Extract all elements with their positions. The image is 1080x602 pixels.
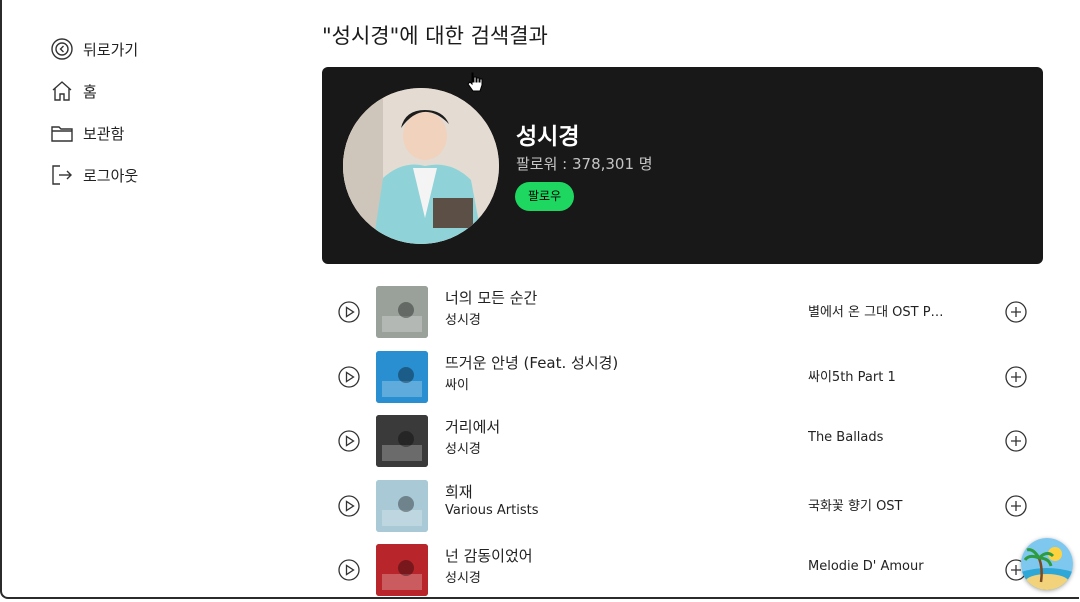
play-icon[interactable] [337, 300, 361, 324]
pointer-cursor-icon [467, 72, 483, 92]
play-icon[interactable] [337, 558, 361, 582]
album-cover [376, 544, 428, 596]
sidebar-item-label: 뒤로가기 [83, 40, 139, 59]
song-row[interactable]: 넌 감동이었어 성시경 Melodie D' Amour [322, 538, 1043, 602]
artist-avatar [343, 88, 499, 244]
play-icon[interactable] [337, 494, 361, 518]
follower-count: 팔로워 : 378,301 명 [516, 155, 653, 173]
follow-button[interactable]: 팔로우 [515, 182, 575, 211]
album-cover [376, 351, 428, 403]
song-artist: 성시경 [445, 442, 481, 457]
sidebar-item-logout[interactable]: 로그아웃 [50, 154, 250, 196]
add-icon[interactable] [1004, 429, 1028, 453]
song-title: 거리에서 [445, 418, 501, 436]
page-title: "성시경"에 대한 검색결과 [322, 24, 548, 48]
song-title: 희재 [445, 483, 473, 501]
song-title: 뜨거운 안녕 (Feat. 성시경) [445, 354, 619, 372]
sidebar-item-library[interactable]: 보관함 [50, 112, 250, 154]
add-icon[interactable] [1004, 300, 1028, 324]
song-artist: 성시경 [445, 571, 481, 586]
song-row[interactable]: 너의 모든 순간 성시경 별에서 온 그대 OST P… [322, 280, 1043, 344]
sidebar-item-back[interactable]: 뒤로가기 [50, 28, 250, 70]
song-row[interactable]: 희재 Various Artists 국화꽃 향기 OST [322, 474, 1043, 538]
home-icon [52, 81, 72, 101]
sidebar-item-label: 로그아웃 [83, 166, 139, 185]
song-album: 싸이5th Part 1 [808, 370, 896, 385]
album-cover [376, 286, 428, 338]
play-icon[interactable] [337, 429, 361, 453]
song-album: Melodie D' Amour [808, 559, 924, 574]
song-album: The Ballads [808, 430, 884, 445]
add-icon[interactable] [1004, 494, 1028, 518]
artist-card[interactable]: 성시경 팔로워 : 378,301 명 팔로우 [322, 67, 1043, 264]
song-title: 너의 모든 순간 [445, 289, 538, 307]
sidebar-item-label: 보관함 [83, 124, 125, 143]
folder-icon [51, 126, 73, 142]
beach-avatar-icon[interactable] [1021, 538, 1073, 590]
add-icon[interactable] [1004, 365, 1028, 389]
sidebar-item-label: 홈 [83, 82, 97, 101]
play-icon[interactable] [337, 365, 361, 389]
song-artist: 성시경 [445, 313, 481, 328]
song-album: 국화꽃 향기 OST [808, 499, 903, 514]
song-row[interactable]: 뜨거운 안녕 (Feat. 성시경) 싸이 싸이5th Part 1 [322, 345, 1043, 409]
back-circle-icon [51, 38, 73, 60]
sidebar: 뒤로가기 홈 보관함 로그아웃 [50, 28, 250, 196]
album-cover [376, 415, 428, 467]
album-cover [376, 480, 428, 532]
artist-name: 성시경 [516, 124, 580, 150]
song-title: 넌 감동이었어 [445, 547, 533, 565]
song-album: 별에서 온 그대 OST P… [808, 305, 944, 320]
sidebar-item-home[interactable]: 홈 [50, 70, 250, 112]
song-artist: Various Artists [445, 503, 539, 518]
logout-icon [52, 165, 72, 185]
song-artist: 싸이 [445, 378, 469, 393]
song-row[interactable]: 거리에서 성시경 The Ballads [322, 409, 1043, 473]
